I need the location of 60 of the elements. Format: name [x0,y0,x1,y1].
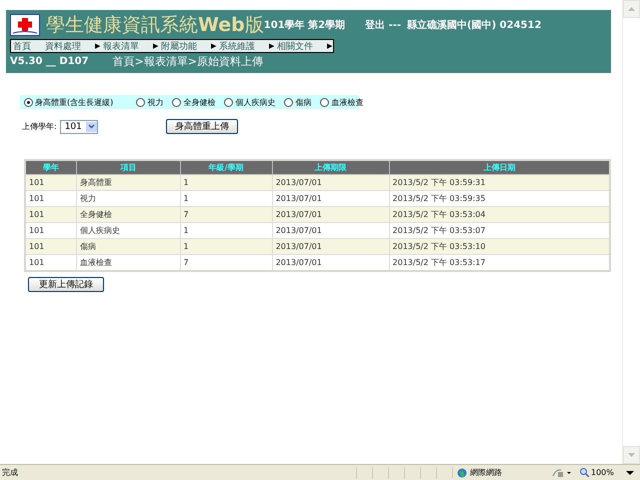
table-cell: 身高體重 [76,174,180,190]
table-cell: 2013/5/2 下午 03:59:31 [389,174,610,190]
table-cell: 2013/5/2 下午 03:53:07 [389,222,610,238]
radio-option[interactable]: 視力 [136,96,164,108]
table-cell: 101 [25,254,77,271]
radio-option[interactable]: 個人疾病史 [224,96,276,108]
menu-item[interactable]: 首頁 [11,40,43,52]
table-cell: 101 [25,222,77,238]
table-cell: 7 [180,254,272,271]
table-cell: 2013/5/2 下午 03:53:17 [389,254,610,271]
school-label: 縣立礁溪國中(國中) 024512 [407,18,542,32]
app-title: 學生健康資訊系統Web版 [46,13,264,38]
zone-indicator: 網際網路 [452,467,552,478]
term-label: 101學年 第2學期 [264,18,346,32]
table-cell: 1 [180,222,272,238]
radio-option[interactable]: 全身健檢 [172,96,216,108]
caret-icon[interactable] [626,470,634,474]
table-cell: 2013/5/2 下午 03:53:10 [389,238,610,254]
table-cell: 2013/07/01 [272,222,390,238]
table-cell: 101 [25,174,77,190]
zoom-control[interactable]: 100% [580,468,640,477]
radio-option[interactable]: 血液檢查 [320,96,364,108]
version-label: V5.30 __ D107 [10,56,89,67]
table-cell: 2013/07/01 [272,174,390,190]
table-cell: 1 [180,238,272,254]
breadcrumb: 首頁>報表清單>原始資料上傳 [112,54,263,69]
table-cell: 全身健檢 [76,206,180,222]
table-cell: 個人疾病史 [76,222,180,238]
table-cell: 101 [25,238,77,254]
column-header: 項目 [76,160,180,174]
protected-mode-icon[interactable] [552,468,572,478]
refresh-button[interactable]: 更新上傳記錄 [28,277,104,292]
logout-link[interactable]: 登出 --- [365,18,402,32]
table-cell: 血液檢查 [76,254,180,271]
column-header: 上傳期限 [272,160,390,174]
table-cell: 2013/5/2 下午 03:53:04 [389,206,610,222]
column-header: 學年 [25,160,77,174]
globe-icon [457,468,467,478]
table-cell: 2013/07/01 [272,190,390,206]
cross-logo-icon [10,14,40,36]
year-label: 上傳學年: [22,121,57,132]
column-header: 上傳日期 [389,160,610,174]
table-cell: 7 [180,206,272,222]
table-cell: 101 [25,206,77,222]
table-cell: 101 [25,190,77,206]
table-cell: 視力 [76,190,180,206]
table-cell: 2013/07/01 [272,254,390,271]
table-cell: 1 [180,190,272,206]
column-header: 年級/學期 [180,160,272,174]
zoom-icon [580,468,589,477]
table-cell: 2013/5/2 下午 03:59:35 [389,190,610,206]
table-cell: 1 [180,174,272,190]
radio-option[interactable]: 身高體重(含生長遲緩) [24,96,114,108]
radio-option[interactable]: 傷病 [284,96,312,108]
table-cell: 傷病 [76,238,180,254]
status-text: 完成 [1,467,19,478]
year-select[interactable]: 101 [60,120,98,134]
table-cell: 2013/07/01 [272,206,390,222]
upload-button[interactable]: 身高體重上傳 [166,119,238,134]
table-cell: 2013/07/01 [272,238,390,254]
